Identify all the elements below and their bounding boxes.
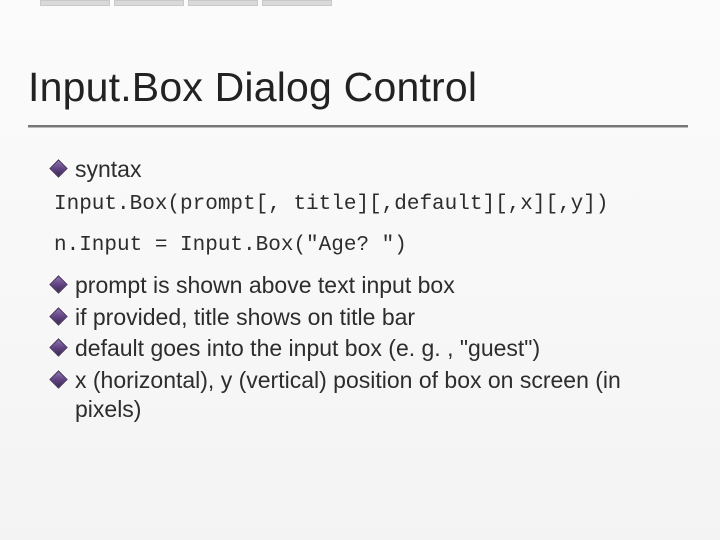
- thumb: [262, 0, 332, 6]
- bullet-text: prompt is shown above text input box: [75, 271, 455, 300]
- bullet-item: syntax: [52, 155, 692, 184]
- diamond-bullet-icon: [52, 373, 65, 386]
- diamond-bullet-icon: [52, 341, 65, 354]
- slide-title: Input.Box Dialog Control: [28, 64, 700, 111]
- thumbnail-strip: [0, 0, 720, 8]
- bullet-text: syntax: [75, 155, 141, 184]
- title-underline: [28, 125, 688, 127]
- title-block: Input.Box Dialog Control: [28, 64, 700, 127]
- bullet-text: default goes into the input box (e. g. ,…: [75, 334, 540, 363]
- bullet-item: if provided, title shows on title bar: [52, 303, 692, 332]
- thumb: [40, 0, 110, 6]
- diamond-bullet-icon: [52, 310, 65, 323]
- thumb: [114, 0, 184, 6]
- slide: Input.Box Dialog Control syntax Input.Bo…: [0, 0, 720, 540]
- diamond-bullet-icon: [52, 162, 65, 175]
- diamond-bullet-icon: [52, 278, 65, 291]
- bullet-item: default goes into the input box (e. g. ,…: [52, 334, 692, 363]
- bullet-text: if provided, title shows on title bar: [75, 303, 415, 332]
- code-line: Input.Box(prompt[, title][,default][,x][…: [54, 190, 692, 220]
- bullet-item: prompt is shown above text input box: [52, 271, 692, 300]
- thumb: [188, 0, 258, 6]
- code-line: n.Input = Input.Box("Age? "): [54, 231, 692, 261]
- slide-content: syntax Input.Box(prompt[, title][,defaul…: [52, 155, 692, 425]
- bullet-text: x (horizontal), y (vertical) position of…: [75, 366, 692, 425]
- bullet-item: x (horizontal), y (vertical) position of…: [52, 366, 692, 425]
